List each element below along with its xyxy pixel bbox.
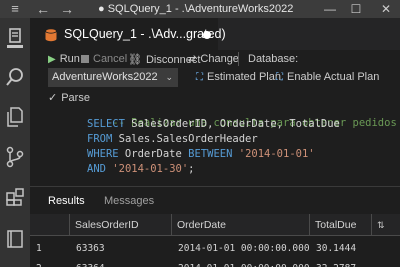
run-button[interactable]: ▶ Run bbox=[48, 53, 80, 65]
keyword-select: SELECT bbox=[87, 118, 125, 130]
title-bar: ≡ ← → ● SQLQuery_1 - .\AdventureWorks202… bbox=[0, 0, 400, 18]
string-start-date: '2014-01-01' bbox=[238, 148, 315, 160]
search-icon[interactable] bbox=[0, 62, 30, 92]
database-label: Database: bbox=[248, 53, 298, 65]
where-column: OrderDate bbox=[118, 148, 189, 160]
window-title: ● SQLQuery_1 - .\AdventureWorks2022 (I..… bbox=[98, 3, 293, 15]
parse-button[interactable]: ✓ Parse bbox=[48, 91, 90, 105]
query-editor[interactable]: -- Realizar una consulta para obtener pe… bbox=[30, 108, 400, 186]
cell-totaldue[interactable]: 30.1444 bbox=[316, 239, 372, 259]
column-header-orderdate[interactable]: OrderDate bbox=[172, 214, 310, 236]
editor-tab-strip: SQLQuery_1 - .\Adv...grated) bbox=[30, 18, 400, 50]
database-select-value: AdventureWorks2022 bbox=[52, 71, 158, 83]
explorer-files-icon[interactable] bbox=[0, 102, 30, 132]
cell-orderdate[interactable]: 2014-01-01 00:00:00.000 bbox=[178, 259, 310, 267]
actual-plan-label: Enable Actual Plan bbox=[287, 71, 380, 83]
play-icon: ▶ bbox=[48, 53, 56, 65]
source-control-icon[interactable] bbox=[0, 142, 30, 172]
stop-icon bbox=[81, 55, 89, 63]
notebook-icon[interactable] bbox=[0, 224, 30, 254]
keyword-from: FROM bbox=[87, 133, 113, 145]
extensions-icon[interactable] bbox=[0, 182, 30, 212]
string-end-date: '2014-01-30' bbox=[112, 163, 189, 175]
keyword-between: BETWEEN bbox=[188, 148, 233, 160]
tab-results[interactable]: Results bbox=[48, 195, 85, 207]
maximize-button[interactable]: ☐ bbox=[344, 0, 368, 18]
close-window-button[interactable]: ✕ bbox=[374, 0, 398, 18]
keyword-where: WHERE bbox=[87, 148, 119, 160]
estimated-plan-button[interactable]: ⛶ Estimated Plan bbox=[196, 71, 281, 83]
run-label: Run bbox=[59, 53, 80, 65]
chevron-down-icon: ⌄ bbox=[165, 72, 173, 82]
estimated-plan-label: Estimated Plan bbox=[207, 71, 281, 83]
sort-icon[interactable]: ⇅ bbox=[377, 220, 385, 230]
minimize-button[interactable]: — bbox=[318, 0, 342, 18]
connections-server-icon[interactable] bbox=[0, 24, 30, 54]
row-number: 2 bbox=[36, 259, 66, 267]
statement-terminator: ; bbox=[188, 163, 195, 175]
database-icon bbox=[44, 28, 58, 47]
code-line-4: AND '2014-01-30'; bbox=[87, 163, 194, 175]
check-icon: ✓ bbox=[48, 92, 58, 104]
actual-plan-icon: ⛶ bbox=[276, 71, 283, 83]
activity-bar bbox=[0, 18, 30, 267]
change-connection-icon: ⇄ bbox=[188, 53, 197, 65]
menu-icon[interactable]: ≡ bbox=[0, 0, 30, 18]
tab-sqlquery-1[interactable]: SQLQuery_1 - .\Adv...grated) bbox=[30, 18, 226, 50]
results-grid: SalesOrderID OrderDate TotalDue ⇅ 1 6336… bbox=[30, 214, 400, 267]
plan-icon: ⛶ bbox=[196, 71, 203, 83]
tab-label: SQLQuery_1 - .\Adv...grated) bbox=[64, 27, 226, 41]
database-select[interactable]: AdventureWorks2022 ⌄ bbox=[48, 68, 178, 87]
code-line-3: WHERE OrderDate BETWEEN '2014-01-01' bbox=[87, 148, 315, 160]
parse-label: Parse bbox=[61, 91, 90, 104]
cell-salesorderid[interactable]: 63363 bbox=[76, 239, 170, 259]
row-number-header bbox=[30, 214, 70, 236]
cancel-label: Cancel bbox=[93, 53, 128, 65]
cell-totaldue[interactable]: 32.2787 bbox=[316, 259, 372, 267]
keyword-and: AND bbox=[87, 163, 106, 175]
toolbar-divider bbox=[238, 52, 239, 66]
enable-actual-plan-button[interactable]: ⛶ Enable Actual Plan bbox=[276, 71, 379, 83]
row-number: 1 bbox=[36, 243, 42, 254]
from-table: Sales.SalesOrderHeader bbox=[112, 133, 258, 145]
change-label: Change bbox=[200, 53, 239, 65]
column-header-salesorderid[interactable]: SalesOrderID bbox=[70, 214, 172, 236]
column-header-totaldue[interactable]: TotalDue bbox=[310, 214, 372, 236]
grid-actions-header: ⇅ bbox=[372, 214, 400, 236]
cancel-button[interactable]: Cancel bbox=[81, 53, 127, 65]
forward-arrow-icon[interactable]: → bbox=[60, 0, 74, 18]
code-line-2: FROM Sales.SalesOrderHeader bbox=[87, 133, 258, 145]
back-arrow-icon[interactable]: ← bbox=[36, 0, 50, 18]
code-line-1: SELECT SalesOrderID, OrderDate, TotalDue bbox=[87, 118, 340, 130]
disconnect-icon: ⛓ bbox=[128, 54, 142, 66]
change-connection-button[interactable]: ⇄ Change bbox=[188, 53, 239, 65]
cell-salesorderid[interactable]: 63364 bbox=[76, 259, 170, 267]
select-columns: SalesOrderID, OrderDate, TotalDue bbox=[124, 118, 340, 130]
cell-orderdate[interactable]: 2014-01-01 00:00:00.000 bbox=[178, 239, 310, 259]
unsaved-dot-icon[interactable] bbox=[203, 31, 211, 39]
tab-messages[interactable]: Messages bbox=[104, 195, 154, 207]
database-label-text: Database: bbox=[248, 53, 299, 65]
